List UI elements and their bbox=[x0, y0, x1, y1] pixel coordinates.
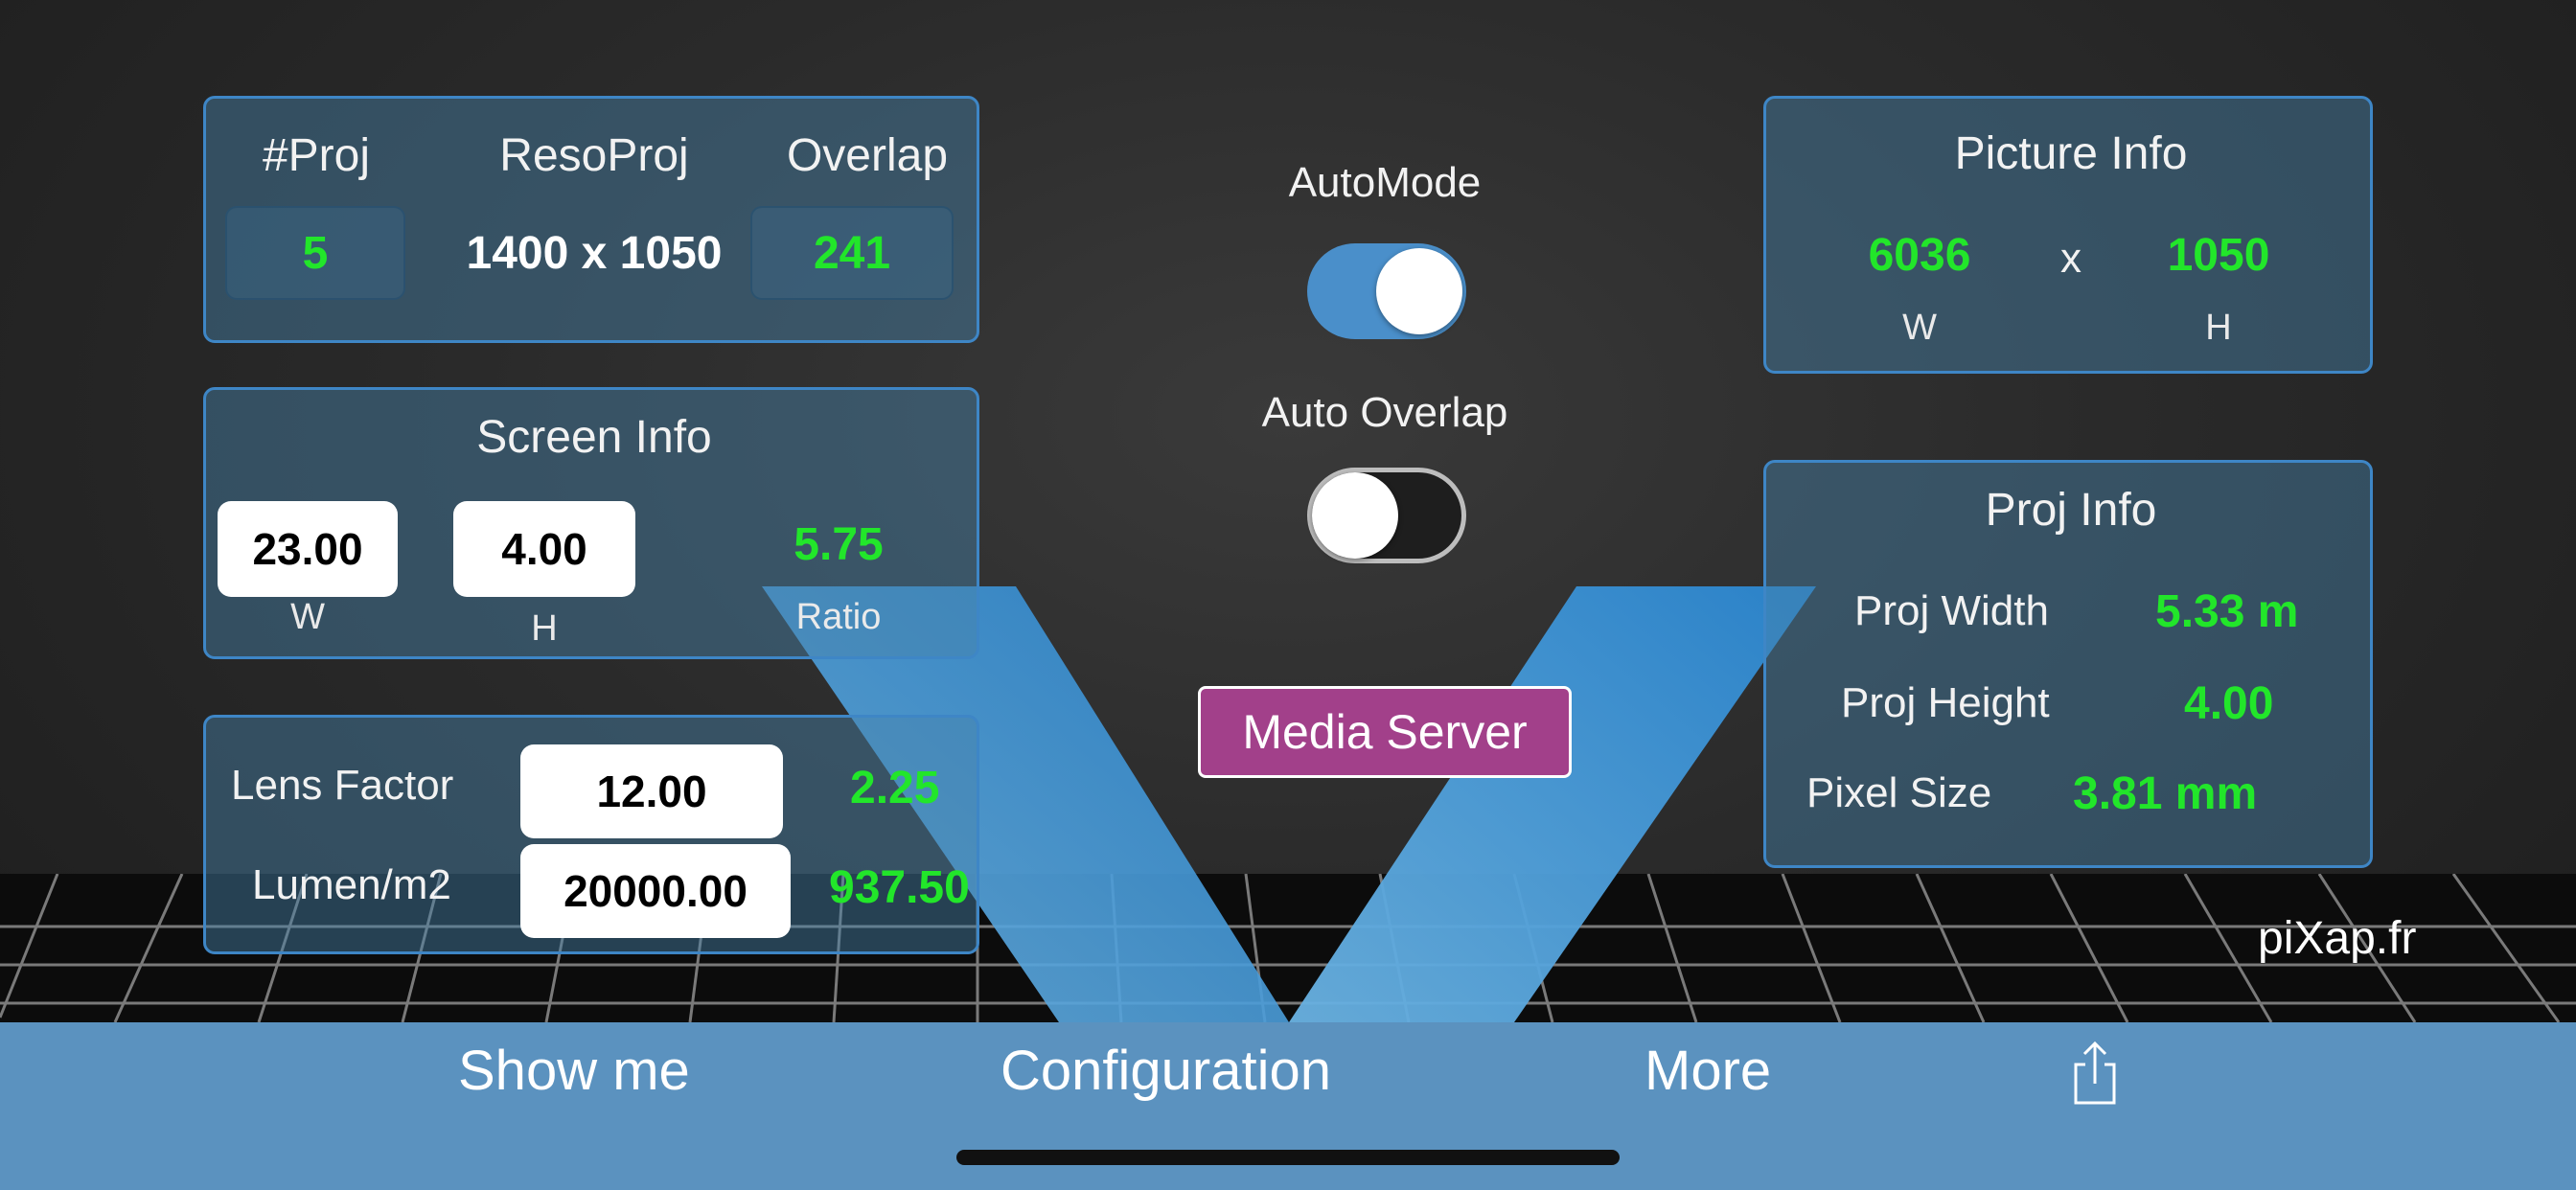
reso-proj-header: ResoProj bbox=[499, 130, 689, 181]
overlap-field[interactable]: 241 bbox=[750, 206, 954, 300]
share-icon[interactable] bbox=[2068, 1040, 2122, 1107]
picture-width-value: 6036 bbox=[1868, 230, 1971, 281]
auto-overlap-toggle-knob bbox=[1312, 472, 1398, 559]
screen-width-label: W bbox=[290, 597, 325, 637]
lumen-input[interactable] bbox=[520, 844, 791, 938]
screen-width-input[interactable] bbox=[218, 501, 398, 597]
lens-factor-label: Lens Factor bbox=[231, 762, 454, 809]
picture-width-label: W bbox=[1902, 308, 1937, 348]
lens-factor-result: 2.25 bbox=[850, 763, 940, 813]
lens-panel: Lens Factor 2.25 Lumen/m2 937.50 bbox=[203, 715, 979, 954]
bottom-toolbar: Show me Configuration More bbox=[0, 1022, 2576, 1190]
proj-height-label: Proj Height bbox=[1841, 679, 2050, 726]
screen-ratio-value: 5.75 bbox=[794, 519, 884, 570]
proj-width-label: Proj Width bbox=[1854, 587, 2049, 634]
auto-overlap-toggle[interactable] bbox=[1307, 468, 1466, 563]
screen-ratio-label: Ratio bbox=[795, 597, 882, 637]
screen-height-input[interactable] bbox=[453, 501, 635, 597]
auto-overlap-label: Auto Overlap bbox=[1261, 389, 1508, 436]
proj-info-panel: Proj Info Proj Width 5.33 m Proj Height … bbox=[1763, 460, 2373, 868]
overlap-value: 241 bbox=[813, 227, 891, 279]
proj-info-title: Proj Info bbox=[1985, 485, 2157, 536]
overlap-header: Overlap bbox=[786, 130, 949, 181]
automode-label: AutoMode bbox=[1288, 159, 1482, 206]
picture-info-panel: Picture Info 6036 x 1050 W H bbox=[1763, 96, 2373, 374]
picture-height-label: H bbox=[2205, 308, 2232, 348]
brand-label: piXap.fr bbox=[2258, 913, 2417, 964]
picture-info-title: Picture Info bbox=[1954, 128, 2188, 179]
media-server-button[interactable]: Media Server bbox=[1198, 686, 1572, 778]
automode-toggle-knob bbox=[1376, 248, 1462, 334]
screen-height-label: H bbox=[531, 608, 558, 649]
tab-show-me[interactable]: Show me bbox=[458, 1039, 690, 1103]
lumen-result: 937.50 bbox=[829, 862, 970, 913]
proj-count-value: 5 bbox=[302, 227, 329, 279]
pixel-size-label: Pixel Size bbox=[1806, 769, 1992, 816]
proj-height-value: 4.00 bbox=[2184, 678, 2274, 729]
tab-more[interactable]: More bbox=[1644, 1039, 1771, 1103]
home-indicator bbox=[956, 1150, 1620, 1165]
proj-count-header: #Proj bbox=[262, 130, 371, 181]
screen-info-title: Screen Info bbox=[476, 412, 712, 463]
projector-panel: #Proj ResoProj Overlap 5 1400 x 1050 241 bbox=[203, 96, 979, 343]
pixel-size-value: 3.81 mm bbox=[2073, 768, 2258, 819]
proj-width-value: 5.33 m bbox=[2155, 586, 2299, 637]
share-icon-glyph bbox=[2074, 1041, 2116, 1105]
proj-count-field[interactable]: 5 bbox=[225, 206, 405, 300]
lumen-label: Lumen/m2 bbox=[252, 861, 451, 908]
reso-proj-value: 1400 x 1050 bbox=[466, 228, 723, 279]
tab-configuration[interactable]: Configuration bbox=[1000, 1039, 1331, 1103]
picture-size-separator: x bbox=[2060, 235, 2082, 282]
automode-toggle[interactable] bbox=[1307, 243, 1466, 339]
lens-factor-input[interactable] bbox=[520, 744, 783, 838]
picture-height-value: 1050 bbox=[2167, 230, 2270, 281]
screen-info-panel: Screen Info 5.75 W H Ratio bbox=[203, 387, 979, 659]
